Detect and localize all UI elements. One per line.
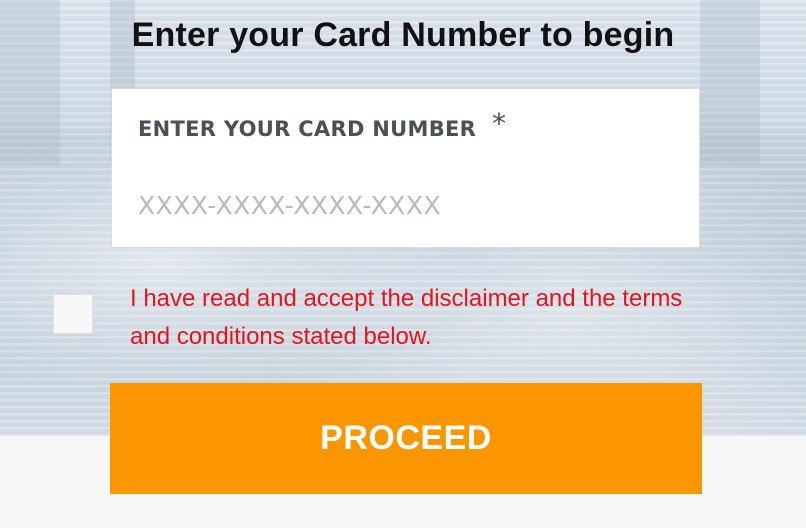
terms-text: I have read and accept the disclaimer an…: [130, 285, 683, 350]
card-number-panel: ENTER YOUR CARD NUMBER *: [111, 88, 700, 248]
card-number-input[interactable]: [134, 185, 682, 225]
page-title: Enter your Card Number to begin: [131, 16, 675, 54]
card-number-label: ENTER YOUR CARD NUMBER: [138, 117, 477, 141]
accept-terms-checkbox[interactable]: [53, 294, 93, 334]
required-asterisk: *: [492, 107, 506, 140]
proceed-button[interactable]: PROCEED: [110, 383, 702, 494]
